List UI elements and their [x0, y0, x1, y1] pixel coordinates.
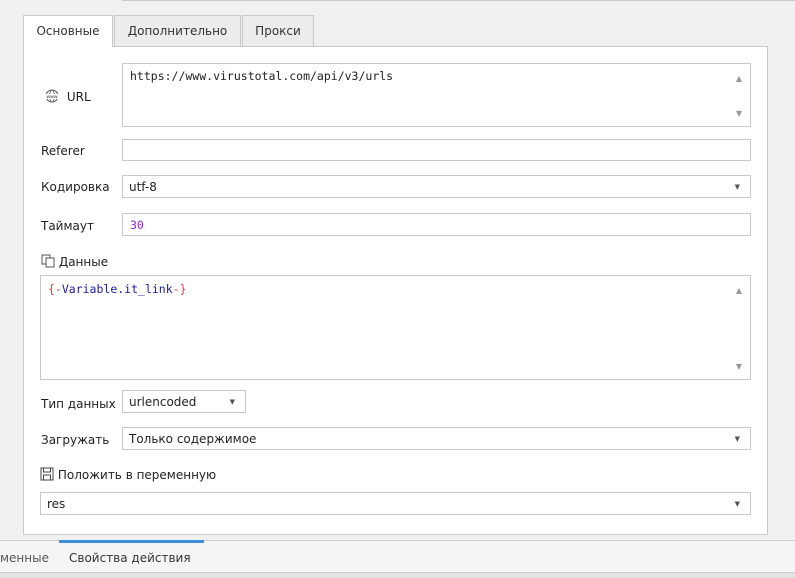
tab-variables[interactable]: менные [0, 551, 49, 565]
load-label: Загружать [41, 433, 110, 447]
chevron-down-icon[interactable]: ▼ [230, 398, 235, 406]
referer-label: Referer [41, 144, 85, 158]
timeout-label: Таймаут [41, 219, 94, 233]
timeout-value: 30 [130, 218, 144, 232]
copy-icon [41, 254, 55, 271]
var-name: Variable.it_link [61, 282, 173, 296]
url-value: https://www.virustotal.com/api/v3/urls [130, 69, 394, 83]
save-var-label: Положить в переменную [57, 468, 217, 482]
var-open-brace: {- [48, 282, 62, 296]
scroll-down-icon[interactable]: ▼ [736, 362, 742, 371]
data-textarea[interactable]: {-Variable.it_link-} ▲ ▼ [40, 275, 751, 380]
scroll-up-icon[interactable]: ▲ [736, 74, 742, 83]
data-label-row: Данные [41, 254, 108, 271]
url-textarea[interactable]: https://www.virustotal.com/api/v3/urls ▲… [122, 63, 751, 127]
svg-text:www: www [46, 95, 58, 100]
save-var-value: res [47, 497, 66, 511]
tab-advanced[interactable]: Дополнительно [114, 15, 241, 46]
encoding-select[interactable]: utf-8 ▼ [122, 175, 751, 198]
encoding-value: utf-8 [129, 180, 157, 194]
chevron-down-icon[interactable]: ▼ [735, 435, 740, 443]
chevron-down-icon[interactable]: ▼ [735, 183, 740, 191]
data-label: Данные [58, 255, 109, 269]
save-icon [40, 467, 54, 484]
globe-www-icon: www [41, 89, 63, 106]
bottom-strip [0, 572, 795, 578]
chevron-down-icon[interactable]: ▼ [735, 500, 740, 508]
data-scrollbar[interactable]: ▲ ▼ [726, 276, 750, 379]
url-scrollbar[interactable]: ▲ ▼ [726, 64, 750, 126]
load-select[interactable]: Только содержимое ▼ [122, 427, 751, 450]
top-divider [122, 0, 795, 1]
active-tab-indicator [59, 540, 204, 543]
data-type-value: urlencoded [129, 395, 197, 409]
url-label: URL [66, 90, 91, 104]
url-label-row: www URL [41, 89, 91, 106]
scroll-up-icon[interactable]: ▲ [736, 286, 742, 295]
save-var-select[interactable]: res ▼ [40, 492, 751, 515]
save-var-label-row: Положить в переменную [40, 467, 216, 484]
referer-input[interactable] [122, 139, 751, 161]
data-value: {-Variable.it_link-} [48, 282, 187, 296]
tab-action-properties[interactable]: Свойства действия [69, 551, 191, 565]
var-close-brace: -} [172, 282, 187, 296]
data-type-select[interactable]: urlencoded ▼ [122, 390, 246, 413]
scroll-down-icon[interactable]: ▼ [736, 109, 742, 118]
encoding-label: Кодировка [41, 180, 110, 194]
data-type-label: Тип данных [41, 397, 116, 411]
timeout-input[interactable]: 30 [122, 213, 751, 236]
load-value: Только содержимое [129, 432, 257, 446]
tab-proxy[interactable]: Прокси [242, 15, 314, 46]
tab-basic[interactable]: Основные [23, 15, 113, 47]
